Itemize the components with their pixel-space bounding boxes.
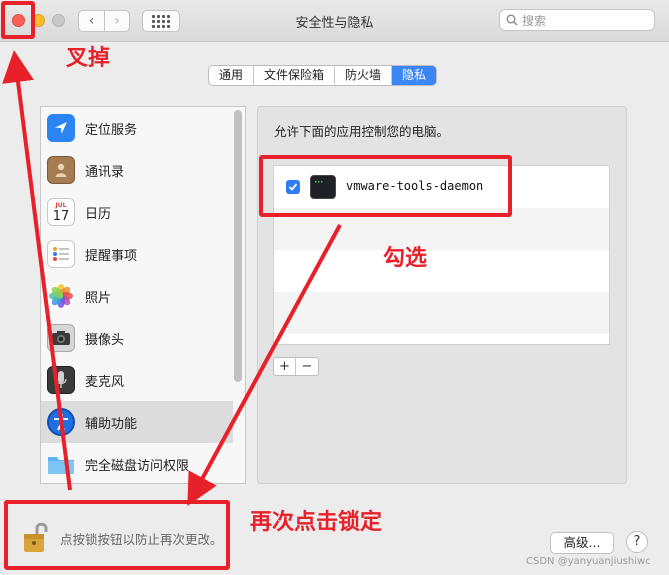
search-placeholder: 搜索 [522, 13, 547, 28]
reminders-icon [47, 240, 75, 268]
sidebar-item-location[interactable]: 定位服务 [41, 107, 233, 149]
sidebar-item-label: 麦克风 [85, 374, 125, 390]
microphone-icon [47, 366, 75, 394]
close-annotation: 叉掉 [66, 46, 111, 71]
tab-privacy[interactable]: 隐私 [392, 66, 437, 85]
close-highlight-box [1, 1, 35, 39]
tab-bar: 通用 文件保险箱 防火墙 隐私 [208, 65, 438, 86]
sidebar-item-photos[interactable]: 照片 [41, 275, 233, 317]
sidebar-item-label: 日历 [85, 206, 112, 222]
tab-filevault[interactable]: 文件保险箱 [254, 66, 336, 85]
search-input[interactable]: 搜索 [499, 9, 655, 31]
sidebar-item-microphone[interactable]: 麦克风 [41, 359, 233, 401]
sidebar-scrollbar[interactable] [234, 110, 242, 382]
advanced-button[interactable]: 高级... [550, 532, 614, 554]
sidebar-item-label: 提醒事项 [85, 248, 138, 264]
empty-row [274, 250, 609, 292]
location-icon [47, 114, 75, 142]
sidebar-item-contacts[interactable]: 通讯录 [41, 149, 233, 191]
sidebar-item-label: 通讯录 [85, 164, 125, 180]
sidebar-item-full-disk-access[interactable]: 完全磁盘访问权限 [41, 443, 233, 483]
sidebar-item-calendar[interactable]: JUL 17 日历 [41, 191, 233, 233]
check-annotation: 勾选 [383, 246, 428, 271]
app-highlight-box [259, 155, 512, 217]
sidebar-item-label: 定位服务 [85, 122, 138, 138]
sidebar-item-camera[interactable]: 摄像头 [41, 317, 233, 359]
accessibility-icon [47, 408, 75, 436]
remove-app-button[interactable]: − [296, 358, 318, 375]
privacy-category-list: 定位服务 通讯录 JUL 17 日历 提醒事项 照片 摄像头 麦克风 辅助功能 … [40, 106, 246, 484]
search-icon [506, 14, 518, 26]
lock-highlight-box [4, 500, 230, 570]
sidebar-item-label: 辅助功能 [85, 416, 138, 432]
camera-icon [47, 324, 75, 352]
tab-general[interactable]: 通用 [209, 66, 255, 85]
lock-annotation: 再次点击锁定 [250, 510, 383, 535]
sidebar-item-label: 照片 [85, 290, 112, 306]
photos-icon [47, 282, 75, 310]
sidebar-item-label: 完全磁盘访问权限 [85, 458, 190, 474]
watermark: CSDN @yanyuanjiushiwc [526, 556, 651, 567]
sidebar-item-accessibility[interactable]: 辅助功能 [41, 401, 233, 443]
folder-icon [47, 450, 75, 478]
empty-row [274, 292, 609, 334]
content-description: 允许下面的应用控制您的电脑。 [274, 124, 450, 139]
add-app-button[interactable]: + [274, 358, 296, 375]
tab-firewall[interactable]: 防火墙 [335, 66, 393, 85]
contacts-icon [47, 156, 75, 184]
calendar-icon: JUL 17 [47, 198, 75, 226]
sidebar-item-label: 摄像头 [85, 332, 125, 348]
title-bar: ‹ › 安全性与隐私 搜索 [0, 0, 669, 42]
help-button[interactable]: ? [626, 531, 648, 553]
sidebar-item-reminders[interactable]: 提醒事项 [41, 233, 233, 275]
add-remove-control: + − [273, 357, 319, 376]
